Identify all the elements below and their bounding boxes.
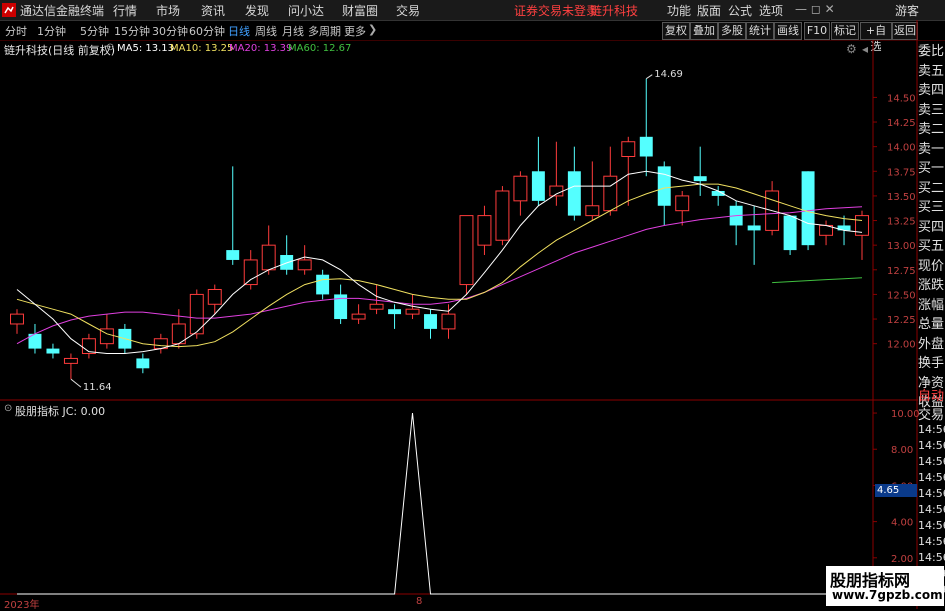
- jc-line: [17, 412, 862, 595]
- candle-body: [585, 205, 600, 217]
- price-tick-label: 13.25: [887, 217, 916, 228]
- sub-tick-label: 2.00: [891, 554, 913, 565]
- ma60-line: [772, 277, 863, 284]
- side-label: 买四: [918, 219, 945, 235]
- side-label: 卖五: [918, 63, 945, 79]
- trade-tab[interactable]: 交易: [918, 404, 945, 423]
- candle-body: [424, 314, 437, 329]
- candle-body: [261, 244, 276, 271]
- candle-body: [495, 190, 510, 241]
- candle-body: [531, 171, 545, 201]
- side-label: 外盘: [918, 336, 945, 352]
- sub-tick-label: 8.00: [891, 445, 913, 456]
- candle-body: [783, 215, 797, 251]
- price-tick-label: 12.50: [887, 290, 916, 301]
- side-label: 卖四: [918, 83, 945, 98]
- current-indicator-value: 4.65: [875, 484, 917, 497]
- sub-settings-icon[interactable]: ⊙: [4, 403, 12, 414]
- candle-body: [351, 313, 366, 320]
- tick-time: 14:56: [918, 519, 945, 532]
- candle-body: [603, 175, 618, 212]
- price-tick-label: 13.50: [887, 192, 916, 203]
- auto-trade-tab[interactable]: 自动: [918, 385, 945, 404]
- side-label: 涨幅: [918, 297, 945, 313]
- candle-body: [226, 250, 240, 260]
- month-mark: 8: [416, 596, 423, 607]
- watermark-url: www.7gpzb.com: [832, 588, 943, 602]
- candle-body: [10, 313, 24, 325]
- tick-time: 14:56: [918, 439, 945, 452]
- sub-indicator-header: 股朋指标 JC: 0.00: [15, 405, 106, 418]
- candle-body: [63, 357, 78, 364]
- side-label: 现价: [918, 258, 945, 274]
- price-tick-label: 12.25: [887, 315, 916, 326]
- kline-chart: 14.50 14.25 14.00 13.75 13.50 13.25 13.00 12.75…: [0, 20, 920, 609]
- candle-body: [513, 175, 528, 202]
- candle-body: [297, 259, 312, 271]
- side-label: 买三: [918, 200, 945, 215]
- price-tick-label: 13.00: [887, 241, 916, 252]
- ma5-line: [16, 170, 863, 354]
- side-label: 买五: [918, 239, 945, 254]
- candle-body: [369, 303, 384, 310]
- price-tick-label: 14.50: [887, 93, 916, 104]
- tick-time: 14:56: [918, 423, 945, 436]
- candle-body: [621, 141, 636, 158]
- candle-body: [316, 274, 330, 295]
- candle-body: [675, 195, 690, 212]
- side-label: 换手: [918, 356, 945, 371]
- side-label: 委比: [918, 44, 945, 59]
- price-tick-label: 12.75: [887, 266, 916, 277]
- sub-tick-label: 10.00: [891, 409, 920, 420]
- candle-body: [243, 259, 258, 286]
- candle-body: [801, 171, 815, 246]
- side-label: 卖一: [918, 141, 945, 157]
- sub-tick-label: 4.00: [891, 518, 913, 529]
- low-price-annotation: 11.64: [82, 382, 112, 394]
- side-label: 总量: [918, 317, 945, 332]
- candle-body: [747, 225, 761, 231]
- side-label: 买一: [918, 161, 945, 176]
- candle-body: [46, 348, 60, 354]
- candle-body: [657, 166, 671, 206]
- tick-time: 14:56: [918, 503, 945, 516]
- candle-body: [405, 308, 420, 315]
- side-label: 买二: [918, 180, 945, 196]
- candle-body: [136, 358, 150, 369]
- candle-body: [207, 288, 222, 305]
- high-pointer: [645, 74, 653, 80]
- candle-body: [441, 313, 456, 330]
- tick-time: 14:56: [918, 455, 945, 468]
- side-label: 卖三: [918, 102, 945, 118]
- candle-body: [639, 136, 653, 157]
- candle-body: [477, 215, 492, 246]
- price-tick-label: 14.00: [887, 143, 916, 154]
- low-pointer: [70, 378, 82, 388]
- candle-body: [693, 176, 707, 182]
- candle-body: [567, 171, 581, 216]
- watermark: 股朋指标网 www.7gpzb.com: [826, 566, 944, 606]
- candle-body: [459, 215, 474, 286]
- candle-body: [388, 309, 402, 315]
- tick-time: 14:56: [918, 551, 945, 564]
- tick-time: 14:56: [918, 487, 945, 500]
- price-tick-label: 13.75: [887, 167, 916, 178]
- tick-time: 14:56: [918, 535, 945, 548]
- side-label: 卖二: [918, 122, 945, 137]
- high-price-annotation: 14.69: [654, 68, 683, 80]
- price-tick-label: 12.00: [887, 340, 916, 351]
- ma20-line: [16, 206, 863, 345]
- tick-time: 14:56: [918, 471, 945, 484]
- side-label: 涨跌: [918, 278, 945, 293]
- price-tick-label: 14.25: [887, 118, 916, 129]
